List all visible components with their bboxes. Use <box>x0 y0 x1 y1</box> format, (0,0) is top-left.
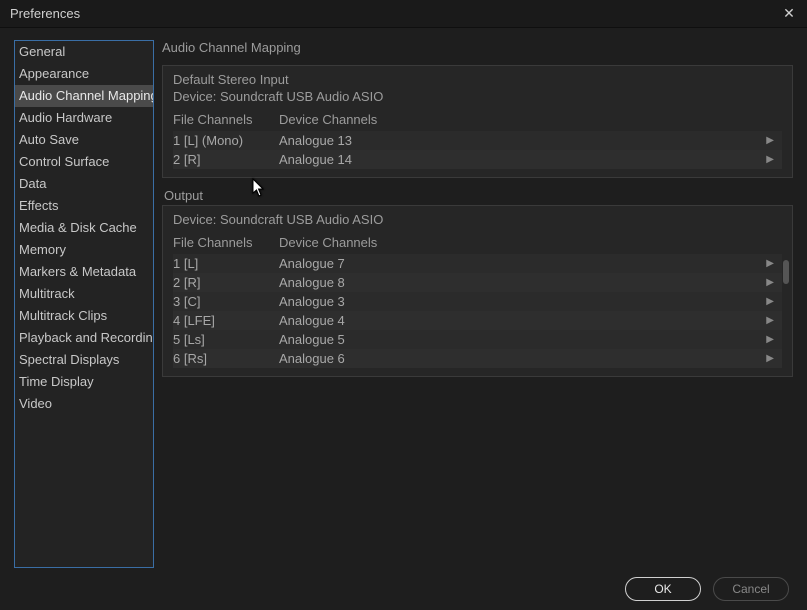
col-device-header: Device Channels <box>279 112 782 127</box>
output-panel: Device: Soundcraft USB Audio ASIO File C… <box>162 205 793 377</box>
device-label: Device: <box>173 212 216 227</box>
chevron-right-icon[interactable]: ▶ <box>766 296 774 307</box>
sidebar-item-audio-hardware[interactable]: Audio Hardware <box>15 107 153 129</box>
chevron-right-icon[interactable]: ▶ <box>766 154 774 165</box>
chevron-right-icon[interactable]: ▶ <box>766 315 774 326</box>
sidebar-item-video[interactable]: Video <box>15 393 153 415</box>
page-title: Audio Channel Mapping <box>162 40 793 55</box>
sidebar-item-general[interactable]: General <box>15 41 153 63</box>
channel-row[interactable]: 2 [R]Analogue 14▶ <box>173 150 782 169</box>
main-area: GeneralAppearanceAudio Channel MappingAu… <box>0 28 807 568</box>
file-channel-cell: 1 [L] (Mono) <box>173 133 279 148</box>
input-panel: Default Stereo Input Device: Soundcraft … <box>162 65 793 178</box>
channel-row[interactable]: 3 [C]Analogue 3▶ <box>173 292 782 311</box>
file-channel-cell: 6 [Rs] <box>173 351 279 366</box>
chevron-right-icon[interactable]: ▶ <box>766 334 774 345</box>
sidebar-item-markers-metadata[interactable]: Markers & Metadata <box>15 261 153 283</box>
col-file-header: File Channels <box>173 112 279 127</box>
scrollbar-thumb[interactable] <box>783 260 789 284</box>
input-rows: 1 [L] (Mono)Analogue 13▶2 [R]Analogue 14… <box>173 131 782 169</box>
sidebar-item-time-display[interactable]: Time Display <box>15 371 153 393</box>
sidebar-item-auto-save[interactable]: Auto Save <box>15 129 153 151</box>
sidebar-item-audio-channel-mapping[interactable]: Audio Channel Mapping <box>15 85 153 107</box>
close-icon[interactable]: ✕ <box>781 5 797 22</box>
output-rows: 1 [L]Analogue 7▶2 [R]Analogue 8▶3 [C]Ana… <box>173 254 782 368</box>
channel-row[interactable]: 6 [Rs]Analogue 6▶ <box>173 349 782 368</box>
sidebar-item-multitrack-clips[interactable]: Multitrack Clips <box>15 305 153 327</box>
output-section-label: Output <box>164 188 793 203</box>
sidebar-item-spectral-displays[interactable]: Spectral Displays <box>15 349 153 371</box>
file-channel-cell: 5 [Ls] <box>173 332 279 347</box>
file-channel-cell: 2 [R] <box>173 275 279 290</box>
col-file-header: File Channels <box>173 235 279 250</box>
file-channel-cell: 2 [R] <box>173 152 279 167</box>
sidebar-item-data[interactable]: Data <box>15 173 153 195</box>
output-table-header: File Channels Device Channels <box>173 233 782 252</box>
window-title: Preferences <box>10 6 80 21</box>
cancel-button[interactable]: Cancel <box>713 577 789 601</box>
device-name: Soundcraft USB Audio ASIO <box>220 89 383 104</box>
output-scrollbar[interactable] <box>780 260 792 370</box>
channel-row[interactable]: 2 [R]Analogue 8▶ <box>173 273 782 292</box>
ok-button[interactable]: OK <box>625 577 701 601</box>
device-name: Soundcraft USB Audio ASIO <box>220 212 383 227</box>
sidebar: GeneralAppearanceAudio Channel MappingAu… <box>14 40 154 568</box>
content-pane: Audio Channel Mapping Default Stereo Inp… <box>162 40 793 568</box>
chevron-right-icon[interactable]: ▶ <box>766 277 774 288</box>
device-channel-cell[interactable]: Analogue 6 <box>279 351 782 366</box>
chevron-right-icon[interactable]: ▶ <box>766 258 774 269</box>
channel-row[interactable]: 1 [L]Analogue 7▶ <box>173 254 782 273</box>
sidebar-item-appearance[interactable]: Appearance <box>15 63 153 85</box>
sidebar-item-playback-and-recording[interactable]: Playback and Recording <box>15 327 153 349</box>
sidebar-item-memory[interactable]: Memory <box>15 239 153 261</box>
channel-row[interactable]: 4 [LFE]Analogue 4▶ <box>173 311 782 330</box>
device-channel-cell[interactable]: Analogue 3 <box>279 294 782 309</box>
input-device-line: Device: Soundcraft USB Audio ASIO <box>173 89 782 104</box>
chevron-right-icon[interactable]: ▶ <box>766 135 774 146</box>
file-channel-cell: 3 [C] <box>173 294 279 309</box>
device-channel-cell[interactable]: Analogue 13 <box>279 133 782 148</box>
sidebar-item-effects[interactable]: Effects <box>15 195 153 217</box>
output-device-line: Device: Soundcraft USB Audio ASIO <box>173 212 782 227</box>
device-channel-cell[interactable]: Analogue 14 <box>279 152 782 167</box>
device-label: Device: <box>173 89 216 104</box>
footer: OK Cancel <box>0 568 807 610</box>
device-channel-cell[interactable]: Analogue 5 <box>279 332 782 347</box>
channel-row[interactable]: 1 [L] (Mono)Analogue 13▶ <box>173 131 782 150</box>
sidebar-item-control-surface[interactable]: Control Surface <box>15 151 153 173</box>
input-panel-title: Default Stereo Input <box>173 72 782 87</box>
sidebar-item-media-disk-cache[interactable]: Media & Disk Cache <box>15 217 153 239</box>
col-device-header: Device Channels <box>279 235 782 250</box>
file-channel-cell: 1 [L] <box>173 256 279 271</box>
device-channel-cell[interactable]: Analogue 7 <box>279 256 782 271</box>
channel-row[interactable]: 5 [Ls]Analogue 5▶ <box>173 330 782 349</box>
device-channel-cell[interactable]: Analogue 8 <box>279 275 782 290</box>
device-channel-cell[interactable]: Analogue 4 <box>279 313 782 328</box>
titlebar: Preferences ✕ <box>0 0 807 28</box>
chevron-right-icon[interactable]: ▶ <box>766 353 774 364</box>
file-channel-cell: 4 [LFE] <box>173 313 279 328</box>
sidebar-item-multitrack[interactable]: Multitrack <box>15 283 153 305</box>
input-table-header: File Channels Device Channels <box>173 110 782 129</box>
